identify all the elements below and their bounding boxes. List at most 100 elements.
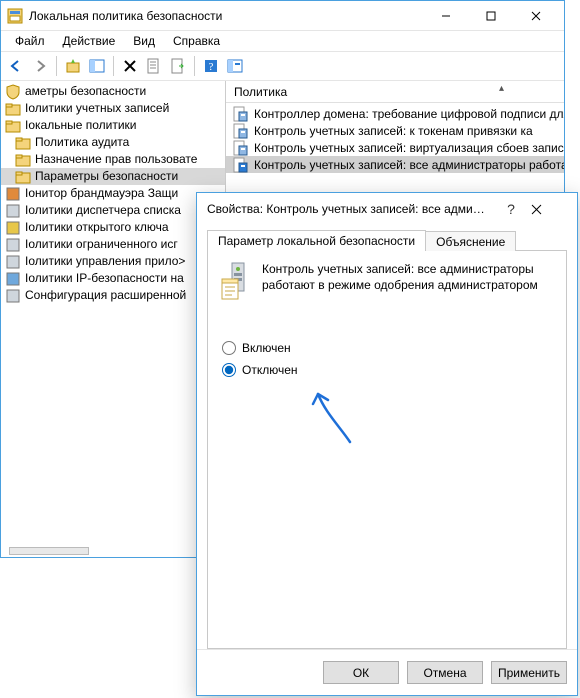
- ipsec-icon: [5, 271, 21, 287]
- tree-node-label: Назначение прав пользовате: [35, 151, 197, 168]
- menu-action[interactable]: Действие: [55, 33, 124, 49]
- tree-node[interactable]: Іолитики учетных записей: [1, 100, 225, 117]
- list-row-label: Контроль учетных записей: все администра…: [254, 158, 564, 172]
- titlebar: Локальная политика безопасности: [1, 1, 564, 31]
- tree-node[interactable]: Іолитики открытого ключа: [1, 219, 225, 236]
- radio-enabled-label: Включен: [242, 341, 291, 355]
- adv-icon: [5, 288, 21, 304]
- tree-node-label: аметры безопасности: [25, 83, 146, 100]
- help-button[interactable]: ?: [200, 55, 222, 77]
- list-row[interactable]: Контроль учетных записей: виртуализация …: [226, 139, 564, 156]
- up-button[interactable]: [62, 55, 84, 77]
- tab-panel: Контроль учетных записей: все администра…: [207, 251, 567, 649]
- tree-node[interactable]: Іолитики IP-безопасности на: [1, 270, 225, 287]
- tree-node-label: Іолитики диспетчера списка: [25, 202, 181, 219]
- menu-view[interactable]: Вид: [125, 33, 163, 49]
- tree-node-label: Іолитики учетных записей: [25, 100, 169, 117]
- list-column-header[interactable]: Политика ▴: [226, 81, 564, 103]
- tree-node[interactable]: Параметры безопасности: [1, 168, 225, 185]
- dialog-button-bar: ОК Отмена Применить: [197, 649, 577, 695]
- folder-icon: [5, 101, 21, 117]
- forward-button[interactable]: [29, 55, 51, 77]
- folder-icon: [15, 135, 31, 151]
- list-row-label: Контроль учетных записей: виртуализация …: [254, 141, 564, 155]
- list-row[interactable]: Контроль учетных записей: к токенам прив…: [226, 122, 564, 139]
- tree-node[interactable]: Политика аудита: [1, 134, 225, 151]
- cancel-button[interactable]: Отмена: [407, 661, 483, 684]
- tree-node-label: Іолитики открытого ключа: [25, 219, 169, 236]
- firewall-icon: [5, 186, 21, 202]
- dialog-title: Свойства: Контроль учетных записей: все …: [207, 202, 491, 216]
- toolbar-separator: [56, 56, 57, 76]
- tree-node-label: Іолитики управления прило>: [25, 253, 185, 270]
- policy-item-icon: [232, 140, 248, 156]
- menu-file[interactable]: Файл: [7, 33, 53, 49]
- tree-node[interactable]: Сонфигурация расширенной: [1, 287, 225, 304]
- svg-text:?: ?: [209, 61, 214, 73]
- properties-button[interactable]: [143, 55, 165, 77]
- tree-node[interactable]: Іолитики ограниченного исг: [1, 236, 225, 253]
- radio-group: Включен Отключен: [222, 341, 554, 377]
- key-icon: [5, 220, 21, 236]
- shield-icon: [5, 84, 21, 100]
- dialog-close-button[interactable]: [531, 204, 571, 215]
- window-title: Локальная политика безопасности: [29, 9, 423, 23]
- export-button[interactable]: [167, 55, 189, 77]
- tree-node[interactable]: аметры безопасности: [1, 83, 225, 100]
- policy-icon: [220, 261, 252, 301]
- app-icon: [5, 254, 21, 270]
- policy-item-icon: [232, 157, 248, 173]
- horizontal-scrollbar[interactable]: [9, 547, 89, 555]
- tree[interactable]: аметры безопасностиІолитики учетных запи…: [1, 81, 225, 306]
- tree-node-label: Параметры безопасности: [35, 168, 178, 185]
- tree-node-label: Политика аудита: [35, 134, 129, 151]
- show-hide-tree-button[interactable]: [86, 55, 108, 77]
- delete-button[interactable]: [119, 55, 141, 77]
- tree-node[interactable]: Іолитики управления прило>: [1, 253, 225, 270]
- folder-icon: [15, 152, 31, 168]
- folder-icon: [5, 118, 21, 134]
- tab-explain[interactable]: Объяснение: [425, 231, 516, 251]
- policy-header: Контроль учетных записей: все администра…: [220, 261, 554, 301]
- radio-enabled[interactable]: Включен: [222, 341, 554, 355]
- tree-pane: аметры безопасностиІолитики учетных запи…: [1, 81, 226, 557]
- back-button[interactable]: [5, 55, 27, 77]
- sort-indicator-icon: ▴: [499, 83, 504, 94]
- close-button[interactable]: [513, 2, 558, 30]
- tree-node[interactable]: Іолитики диспетчера списка: [1, 202, 225, 219]
- app-icon: [7, 8, 23, 24]
- tree-node-label: Іокальные политики: [25, 117, 136, 134]
- minimize-button[interactable]: [423, 2, 468, 30]
- list-row-label: Контроль учетных записей: к токенам прив…: [254, 124, 533, 138]
- list-row[interactable]: Контроль учетных записей: все администра…: [226, 156, 564, 173]
- policy-item-icon: [232, 123, 248, 139]
- maximize-button[interactable]: [468, 2, 513, 30]
- toolbar-separator: [194, 56, 195, 76]
- tree-node[interactable]: Назначение прав пользовате: [1, 151, 225, 168]
- menubar: Файл Действие Вид Справка: [1, 31, 564, 51]
- radio-disabled-input[interactable]: [222, 363, 236, 377]
- list-row-label: Контроллер домена: требование цифровой п…: [254, 107, 564, 121]
- toolbar-separator: [113, 56, 114, 76]
- tree-node[interactable]: Іонитор брандмауэра Защи: [1, 185, 225, 202]
- dialog-titlebar: Свойства: Контроль учетных записей: все …: [197, 193, 577, 225]
- policy-description: Контроль учетных записей: все администра…: [262, 261, 554, 293]
- lock-icon: [5, 237, 21, 253]
- policy-item-icon: [232, 106, 248, 122]
- folder-icon: [15, 169, 31, 185]
- toolbar: ?: [1, 51, 564, 81]
- list-row[interactable]: Контроллер домена: требование цифровой п…: [226, 105, 564, 122]
- tab-local-security-setting[interactable]: Параметр локальной безопасности: [207, 230, 426, 251]
- radio-disabled[interactable]: Отключен: [222, 363, 554, 377]
- radio-enabled-input[interactable]: [222, 341, 236, 355]
- menu-help[interactable]: Справка: [165, 33, 228, 49]
- tree-node-label: Іолитики IP-безопасности на: [25, 270, 184, 287]
- tree-node[interactable]: Іокальные политики: [1, 117, 225, 134]
- list-icon: [5, 203, 21, 219]
- dialog-help-button[interactable]: ?: [491, 201, 531, 217]
- tree-node-label: Іонитор брандмауэра Защи: [25, 185, 178, 202]
- refresh-button[interactable]: [224, 55, 246, 77]
- tree-node-label: Іолитики ограниченного исг: [25, 236, 178, 253]
- ok-button[interactable]: ОК: [323, 661, 399, 684]
- apply-button[interactable]: Применить: [491, 661, 567, 684]
